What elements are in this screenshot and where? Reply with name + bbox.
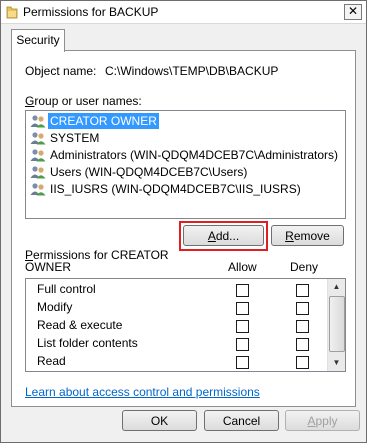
allow-checkbox[interactable] (236, 284, 249, 297)
permissions-label-line2: OWNER (25, 260, 71, 274)
users-icon (30, 132, 46, 145)
allow-checkbox[interactable] (236, 302, 249, 315)
add-button[interactable]: Add... (183, 225, 264, 246)
deny-header: Deny (290, 260, 319, 274)
group-user-names-label: Group or user names: (25, 94, 142, 108)
object-name-value: C:\Windows\TEMP\DB\BACKUP (105, 64, 279, 78)
users-icon (30, 149, 46, 162)
deny-checkbox[interactable] (296, 284, 309, 297)
apply-button[interactable]: Apply (285, 410, 360, 431)
permission-name: List folder contents (37, 336, 138, 350)
permission-name: Full control (37, 282, 96, 296)
permission-row: List folder contents (26, 335, 326, 353)
cancel-button[interactable]: Cancel (204, 410, 279, 431)
permission-name: Read (37, 354, 66, 368)
allow-header: Allow (228, 260, 257, 274)
permission-row: Read (26, 353, 326, 371)
list-item-label: SYSTEM (50, 131, 100, 145)
permission-name: Modify (37, 300, 73, 314)
group-user-list[interactable]: CREATOR OWNER SYSTEM Administrators (WIN-Q… (25, 110, 346, 219)
allow-checkbox[interactable] (236, 356, 249, 369)
list-item-label: Users (WIN-QDQM4DCEB7C\Users) (50, 165, 248, 179)
allow-checkbox[interactable] (236, 320, 249, 333)
permission-name: Read & execute (37, 318, 123, 332)
tab-security[interactable]: Security (11, 29, 65, 52)
scroll-up-arrow-icon[interactable]: ▲ (328, 279, 345, 295)
users-icon (30, 166, 46, 179)
remove-button[interactable]: Remove (271, 225, 344, 246)
window-title: Permissions for BACKUP (23, 5, 159, 19)
remove-button-accesskey: R (285, 229, 294, 243)
deny-checkbox[interactable] (296, 356, 309, 369)
add-button-accesskey: A (207, 229, 216, 243)
allow-checkbox[interactable] (236, 338, 249, 351)
scroll-thumb[interactable] (329, 296, 345, 352)
deny-checkbox[interactable] (296, 302, 309, 315)
permission-row: Modify (26, 299, 326, 317)
scroll-down-arrow-icon[interactable]: ▼ (328, 355, 345, 371)
list-item-label: IIS_IUSRS (WIN-QDQM4DCEB7C\IIS_IUSRS) (50, 182, 301, 196)
permissions-scrollbar[interactable]: ▲ ▼ (327, 279, 345, 371)
ok-button[interactable]: OK (122, 410, 197, 431)
permission-row: Read & execute (26, 317, 326, 335)
object-name-label: Object name: (25, 64, 97, 78)
access-control-help-link[interactable]: Learn about access control and permissio… (25, 385, 260, 399)
deny-checkbox[interactable] (296, 338, 309, 351)
list-item-label: Administrators (WIN-QDQM4DCEB7C\Administ… (50, 148, 339, 162)
permission-row: Full control (26, 281, 326, 299)
users-icon (30, 115, 46, 128)
list-item-label: CREATOR OWNER (48, 113, 159, 129)
deny-checkbox[interactable] (296, 320, 309, 333)
apply-button-accesskey: A (307, 414, 316, 428)
permissions-list: ▲ ▼ Full control Modify Read & execute List… (25, 278, 346, 372)
group-user-names-accesskey: G (25, 94, 35, 108)
title-bar: Permissions for BACKUP ✕ (1, 1, 366, 24)
close-button[interactable]: ✕ (344, 4, 362, 20)
permissions-dialog: Permissions for BACKUP ✕ Security Object… (0, 0, 367, 443)
folder-icon (6, 6, 18, 19)
users-icon (30, 183, 46, 196)
